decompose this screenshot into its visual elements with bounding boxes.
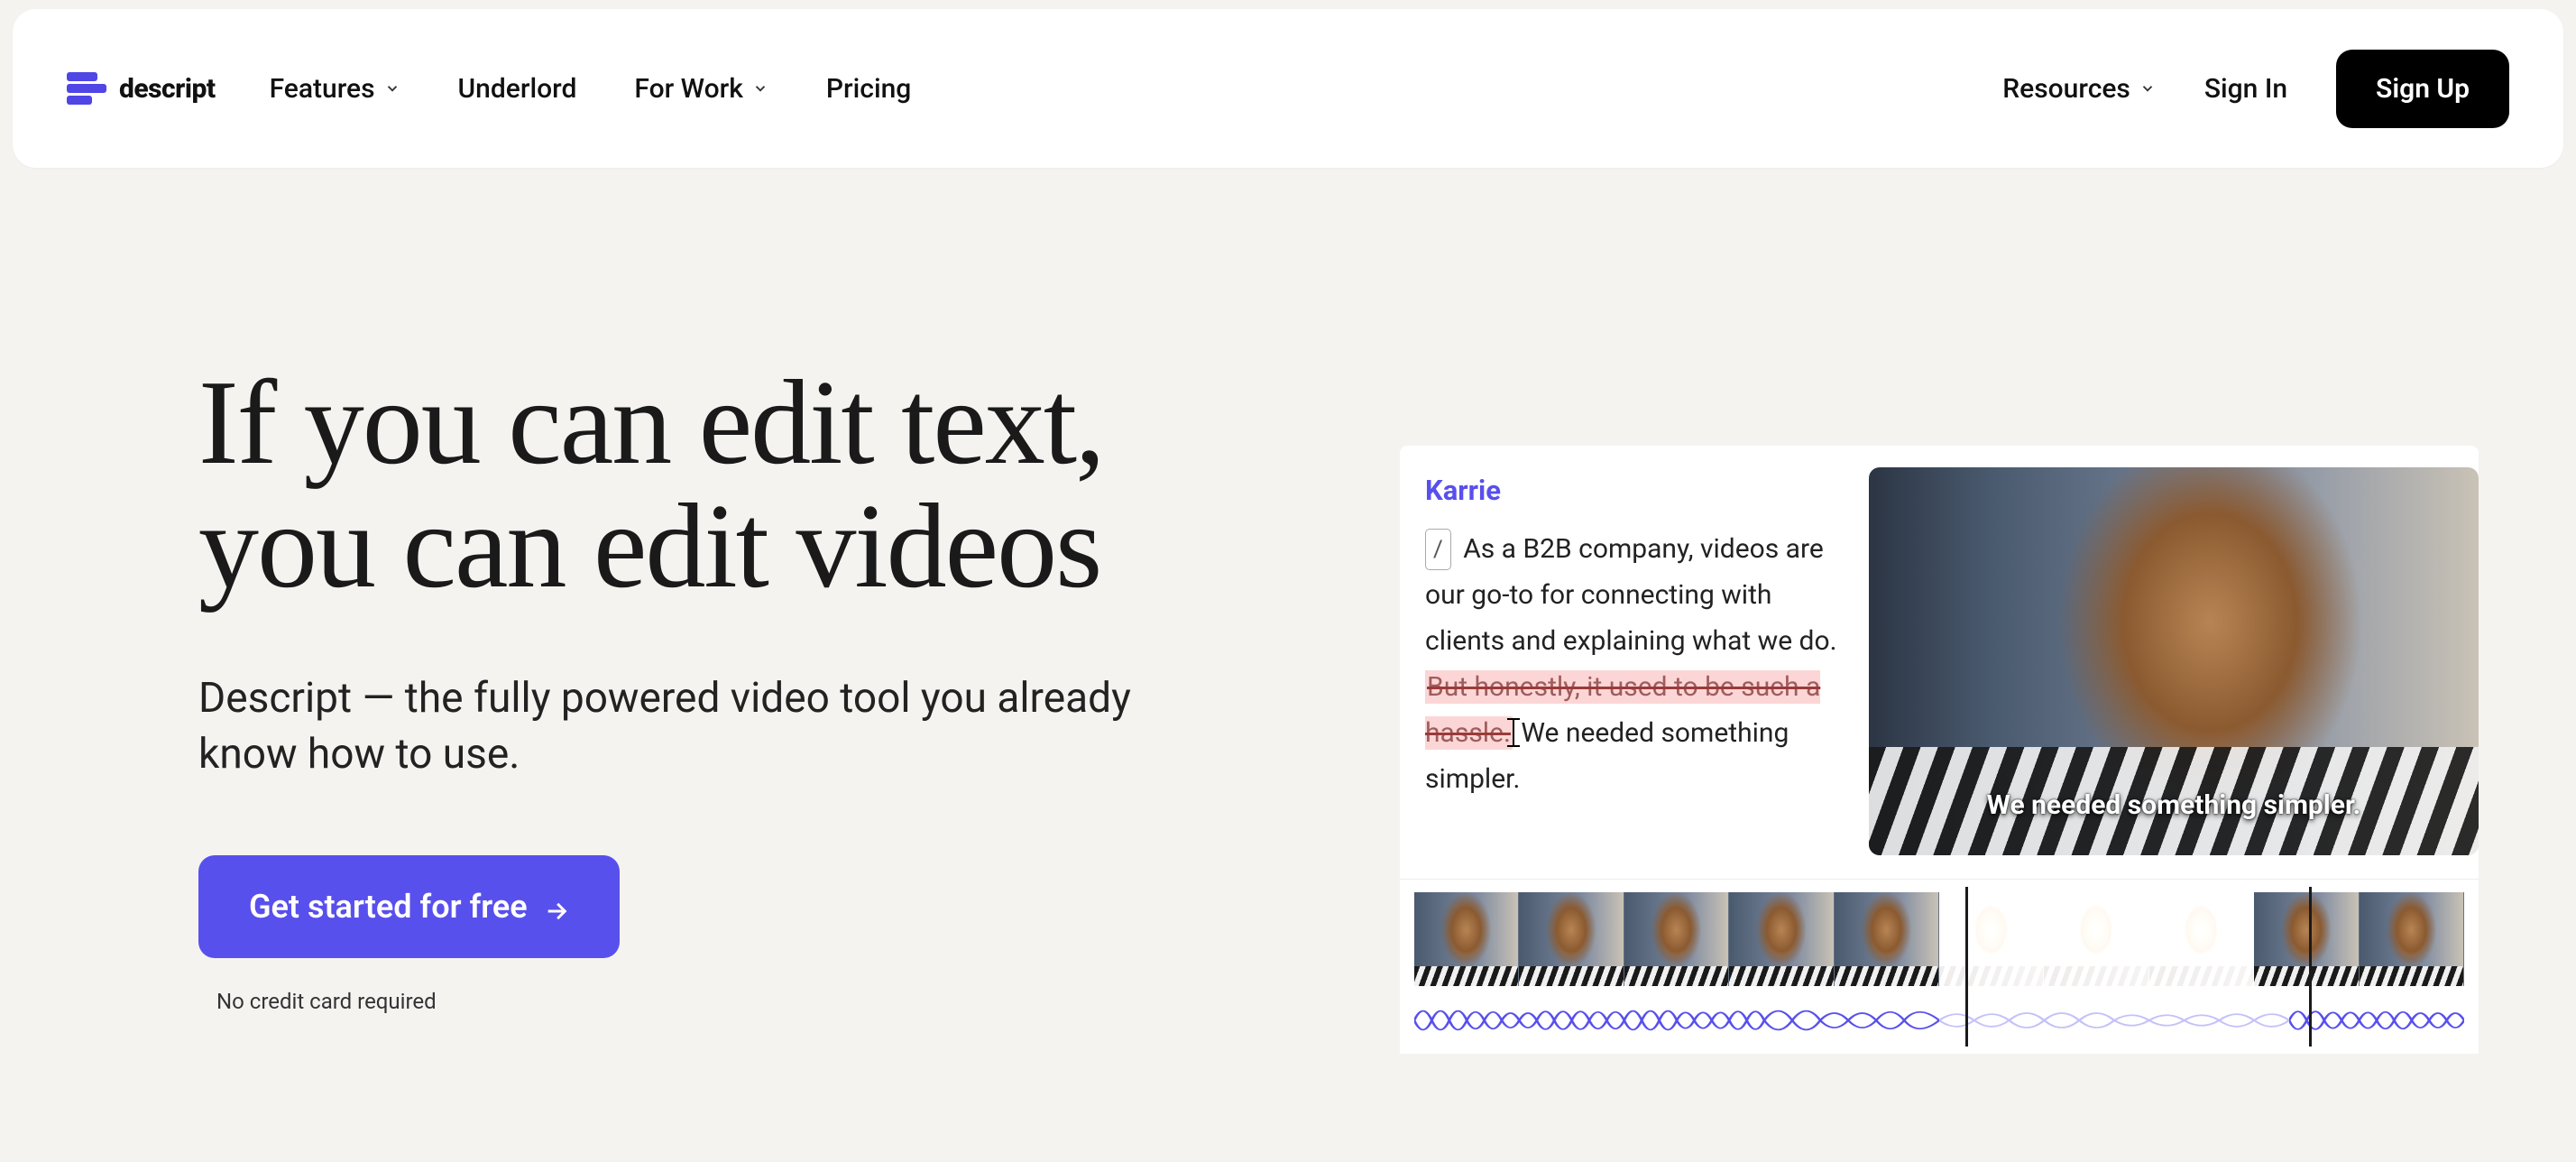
- hero-headline: If you can edit text, you can edit video…: [198, 361, 1335, 607]
- slash-command-icon: /: [1425, 529, 1451, 570]
- chevron-down-icon: [384, 80, 400, 97]
- demo-panel: Karrie / As a B2B company, videos are ou…: [1400, 446, 2479, 1054]
- video-caption: We needed something simpler.: [1869, 789, 2479, 821]
- timeline-marker[interactable]: [1965, 887, 1968, 1047]
- logo[interactable]: descript: [67, 69, 216, 108]
- nav-label: Underlord: [458, 73, 577, 105]
- transcript-before: As a B2B company, videos are our go-to f…: [1425, 533, 1837, 657]
- timeline-thumb[interactable]: [2254, 892, 2359, 986]
- timeline-thumb[interactable]: [1835, 892, 1939, 986]
- nav-label: Resources: [2002, 73, 2130, 105]
- timeline-thumb[interactable]: [1624, 892, 1729, 986]
- waveform-segment: [2289, 1000, 2464, 1041]
- text-cursor-icon: [1513, 718, 1514, 747]
- video-preview[interactable]: We needed something simpler.: [1869, 467, 2479, 855]
- nav-links: Features Underlord For Work Pricing: [270, 73, 912, 105]
- hero-subhead: Descript — the fully powered video tool …: [198, 670, 1191, 782]
- nav-label: Pricing: [826, 73, 911, 105]
- button-label: Sign Up: [2376, 73, 2470, 105]
- cta-label: Get started for free: [249, 888, 528, 926]
- timeline[interactable]: [1400, 879, 2479, 1054]
- transcript[interactable]: Karrie / As a B2B company, videos are ou…: [1425, 467, 1842, 855]
- nav-right: Resources Sign In Sign Up: [2002, 50, 2509, 128]
- chevron-down-icon: [752, 80, 768, 97]
- timeline-thumb[interactable]: [1414, 892, 1519, 986]
- navbar: descript Features Underlord For Work Pri…: [13, 9, 2563, 168]
- transcript-text: / As a B2B company, videos are our go-to…: [1425, 526, 1842, 802]
- signin-link[interactable]: Sign In: [2204, 73, 2287, 105]
- hero: If you can edit text, you can edit video…: [198, 361, 1335, 1014]
- timeline-thumbnails: [1414, 892, 2464, 986]
- logo-mark-icon: [67, 69, 106, 108]
- nav-label: For Work: [634, 73, 743, 105]
- waveform-segment: [1414, 1000, 1589, 1041]
- nav-item-resources[interactable]: Resources: [2002, 73, 2156, 105]
- nav-item-pricing[interactable]: Pricing: [826, 73, 911, 105]
- headline-line-2: you can edit videos: [198, 479, 1100, 613]
- waveform-segment-deleted: [2114, 1000, 2289, 1041]
- timeline-thumb-deleted[interactable]: [2044, 892, 2148, 986]
- cta-button[interactable]: Get started for free: [198, 855, 620, 958]
- timeline-waveform: [1414, 1000, 2464, 1041]
- timeline-marker[interactable]: [2309, 887, 2312, 1047]
- nav-item-for-work[interactable]: For Work: [634, 73, 768, 105]
- demo-top: Karrie / As a B2B company, videos are ou…: [1400, 446, 2479, 855]
- nav-item-underlord[interactable]: Underlord: [458, 73, 577, 105]
- timeline-thumb[interactable]: [1519, 892, 1624, 986]
- timeline-thumb[interactable]: [1729, 892, 1834, 986]
- headline-line-1: If you can edit text,: [198, 355, 1104, 489]
- nav-item-features[interactable]: Features: [270, 73, 400, 105]
- waveform-segment: [1589, 1000, 1764, 1041]
- nav-label: Sign In: [2204, 73, 2287, 105]
- cta-disclaimer: No credit card required: [216, 989, 1335, 1014]
- waveform-segment: [1764, 1000, 1939, 1041]
- chevron-down-icon: [2139, 80, 2156, 97]
- logo-text: descript: [119, 73, 216, 105]
- timeline-thumb-deleted[interactable]: [2149, 892, 2254, 986]
- nav-label: Features: [270, 73, 375, 105]
- timeline-thumb-deleted[interactable]: [1939, 892, 2044, 986]
- arrow-right-icon: [544, 894, 569, 919]
- speaker-name: Karrie: [1425, 467, 1842, 515]
- signup-button[interactable]: Sign Up: [2336, 50, 2509, 128]
- timeline-thumb[interactable]: [2360, 892, 2464, 986]
